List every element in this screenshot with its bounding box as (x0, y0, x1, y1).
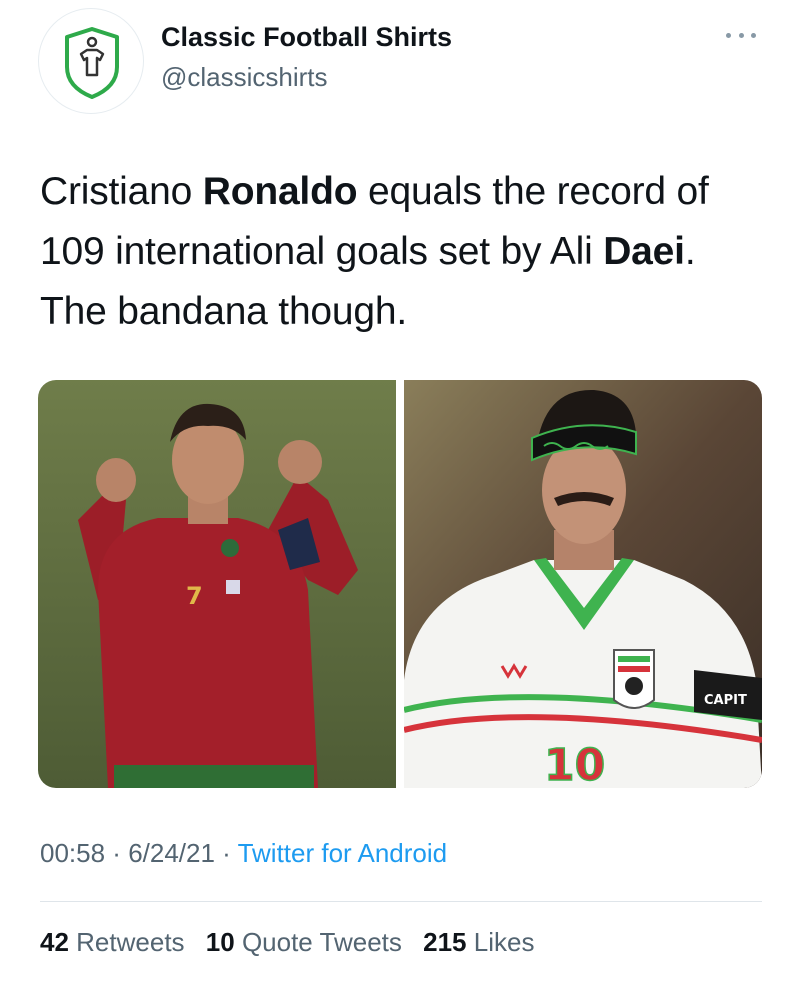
tweet-source[interactable]: Twitter for Android (238, 838, 448, 868)
quote-tweets-label: Quote Tweets (241, 927, 402, 957)
quote-tweets-stat[interactable]: 10 Quote Tweets (206, 927, 402, 957)
photo-ronaldo[interactable]: 7 (38, 380, 396, 788)
divider (40, 901, 762, 902)
tweet-text: Cristiano Ronaldo equals the record of 1… (40, 162, 760, 342)
shirt-shield-logo-icon (65, 27, 119, 99)
retweets-count: 42 (40, 927, 69, 957)
dot (751, 32, 756, 38)
tweet-media: 7 CAPIT 10 (38, 380, 762, 788)
armband-text: CAPIT (704, 693, 747, 708)
dot (726, 32, 731, 38)
tweet-text-bold: Ronaldo (202, 170, 358, 213)
display-name[interactable]: Classic Football Shirts (161, 22, 452, 53)
retweets-stat[interactable]: 42 Retweets (40, 927, 185, 957)
tweet-date[interactable]: 6/24/21 (128, 838, 215, 868)
avatar[interactable] (38, 8, 144, 114)
likes-stat[interactable]: 215 Likes (423, 927, 534, 957)
photo-daei[interactable]: CAPIT 10 (404, 380, 762, 788)
tweet-time[interactable]: 00:58 (40, 838, 105, 868)
user-handle[interactable]: @classicshirts (161, 62, 328, 93)
tweet-stats: 42 Retweets 10 Quote Tweets 215 Likes (40, 927, 548, 958)
tweet-meta: 00:58 · 6/24/21 · Twitter for Android (40, 838, 447, 869)
more-options-icon[interactable] (726, 30, 756, 40)
quote-tweets-count: 10 (205, 927, 235, 957)
meta-separator: · (214, 838, 238, 868)
shirt-number: 7 (186, 582, 203, 610)
dot (738, 32, 744, 38)
tweet-header: Classic Football Shirts @classicshirts (0, 0, 800, 120)
meta-separator: · (105, 838, 129, 868)
tweet-text-part: Cristiano (40, 170, 203, 213)
likes-label: Likes (473, 927, 535, 957)
likes-count: 215 (423, 927, 467, 957)
shirt-number: 10 (544, 740, 605, 788)
tweet-text-bold: Daei (603, 230, 685, 273)
retweets-label: Retweets (76, 927, 185, 957)
